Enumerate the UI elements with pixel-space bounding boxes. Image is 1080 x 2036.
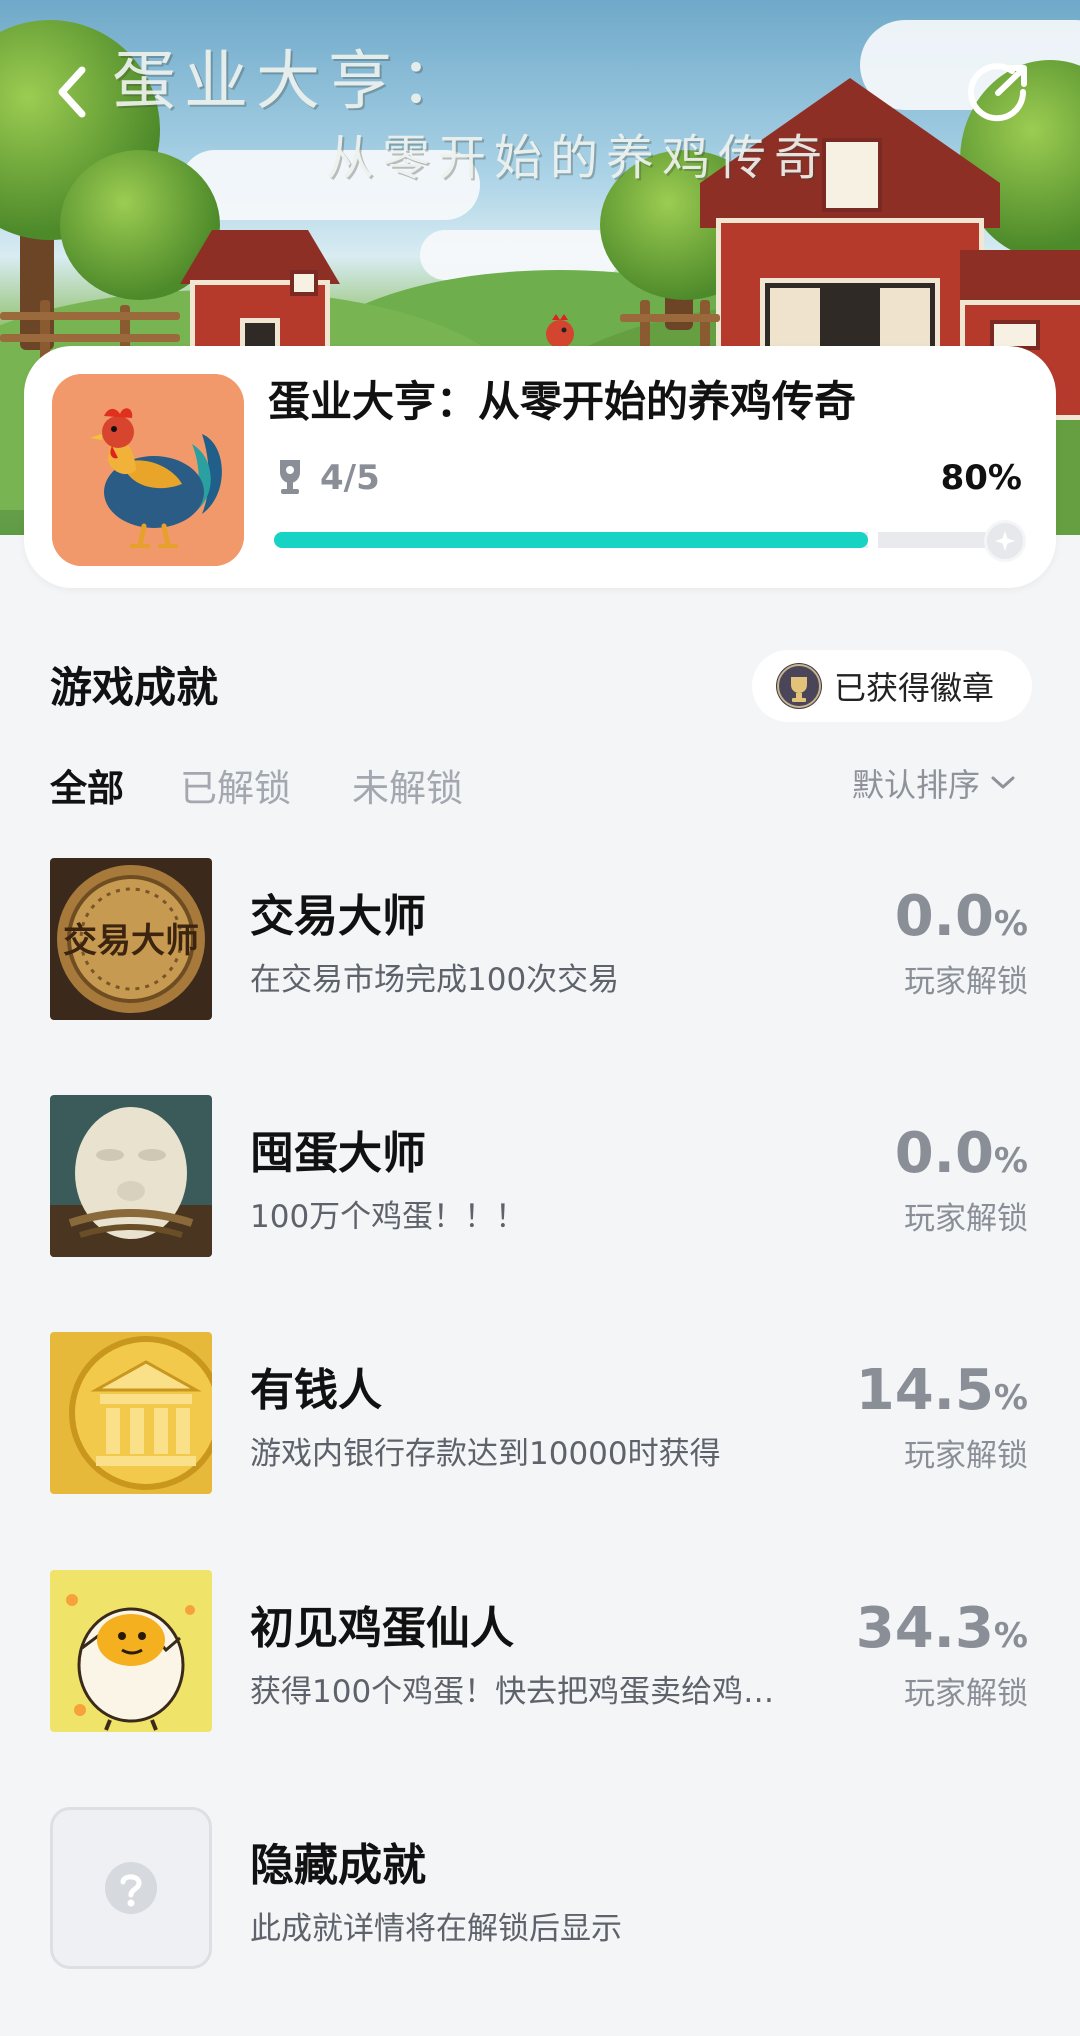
unlock-rate-label: 玩家解锁 <box>904 1676 1028 1712</box>
unlock-rate-value: 14.5 <box>855 1358 994 1423</box>
unlock-rate-label: 玩家解锁 <box>904 964 1028 1000</box>
earned-badges-label: 已获得徽章 <box>834 669 995 707</box>
sort-label: 默认排序 <box>852 766 981 804</box>
achievement-name: 有钱人 <box>250 1365 382 1416</box>
achievement-description: 此成就详情将在解锁后显示 <box>250 1911 622 1947</box>
achievement-unlock-rate: 34.3% <box>856 1596 1028 1661</box>
achievement-description: 游戏内银行存款达到10000时获得 <box>250 1436 721 1472</box>
progress-bar <box>274 520 1026 562</box>
achievement-item[interactable]: 囤蛋大师 100万个鸡蛋！！！ 0.0% 玩家解锁 <box>0 1095 1080 1265</box>
game-title: 蛋业大亨：从零开始的养鸡传奇 <box>268 377 857 426</box>
achievement-item[interactable]: 交易大师 交易大师 在交易市场完成100次交易 0.0% 玩家解锁 <box>0 858 1080 1028</box>
trophy-icon <box>280 460 300 494</box>
game-card: 蛋业大亨：从零开始的养鸡传奇 4/5 80% <box>24 346 1056 588</box>
hidden-achievement-item[interactable]: 隐藏成就 此成就详情将在解锁后显示 <box>0 1807 1080 1977</box>
achievement-percent: 80% <box>940 458 1022 498</box>
tab-unlocked[interactable]: 已解锁 <box>180 758 291 812</box>
section-title: 游戏成就 <box>50 663 219 712</box>
achievement-unlock-rate: 0.0% <box>895 1121 1028 1186</box>
percent-sign: % <box>993 1378 1028 1418</box>
coin-medal-text: 交易大师 <box>63 921 199 961</box>
achievement-item[interactable]: 有钱人 游戏内银行存款达到10000时获得 14.5% 玩家解锁 <box>0 1332 1080 1502</box>
bank-coin-icon <box>50 1332 212 1494</box>
achievement-description: 在交易市场完成100次交易 <box>250 962 620 998</box>
earned-badges-button[interactable]: 已获得徽章 <box>752 650 1032 722</box>
achievement-item[interactable]: 初见鸡蛋仙人 获得100个鸡蛋！快去把鸡蛋卖给鸡… 34.3% 玩家解锁 <box>0 1570 1080 1740</box>
share-icon[interactable] <box>968 62 1030 124</box>
achievement-unlock-rate: 0.0% <box>895 884 1028 949</box>
achievement-name: 交易大师 <box>250 891 426 942</box>
coin-medal-icon: 交易大师 <box>50 858 212 1020</box>
unlock-rate-value: 0.0 <box>894 884 994 949</box>
percent-sign: % <box>993 1141 1028 1181</box>
progress-badge-icon <box>984 520 1026 562</box>
sort-dropdown[interactable]: 默认排序 <box>852 760 1016 806</box>
rooster-app-icon <box>52 374 244 566</box>
unlock-rate-value: 34.3 <box>855 1596 994 1661</box>
back-icon[interactable] <box>50 62 94 122</box>
unlock-rate-label: 玩家解锁 <box>904 1201 1028 1237</box>
achievement-name: 隐藏成就 <box>250 1840 426 1891</box>
progress-fill <box>274 532 868 548</box>
hero-title-line2: 从零开始的养鸡传奇 <box>326 130 831 186</box>
tab-locked[interactable]: 未解锁 <box>352 758 463 812</box>
achievement-description: 获得100个鸡蛋！快去把鸡蛋卖给鸡… <box>250 1674 775 1710</box>
achievement-unlock-rate: 14.5% <box>856 1358 1028 1423</box>
cracked-egg-icon <box>50 1570 212 1732</box>
unlock-rate-label: 玩家解锁 <box>904 1438 1028 1474</box>
percent-sign: % <box>993 1616 1028 1656</box>
hero-title-line1: 蛋业大亨： <box>112 45 472 119</box>
unlock-rate-value: 0.0 <box>894 1121 994 1186</box>
egg-character-icon <box>50 1095 212 1257</box>
percent-sign: % <box>993 904 1028 944</box>
achievement-description: 100万个鸡蛋！！！ <box>250 1199 527 1235</box>
question-icon <box>105 1862 157 1914</box>
achievement-name: 初见鸡蛋仙人 <box>250 1603 514 1654</box>
tab-all[interactable]: 全部 <box>50 758 124 812</box>
hidden-achievement-thumb <box>50 1807 212 1969</box>
achievement-count: 4/5 <box>320 458 380 498</box>
progress-gap <box>868 530 878 550</box>
chevron-down-icon <box>991 776 1015 789</box>
achievement-name: 囤蛋大师 <box>250 1128 426 1179</box>
badge-icon <box>776 663 822 709</box>
